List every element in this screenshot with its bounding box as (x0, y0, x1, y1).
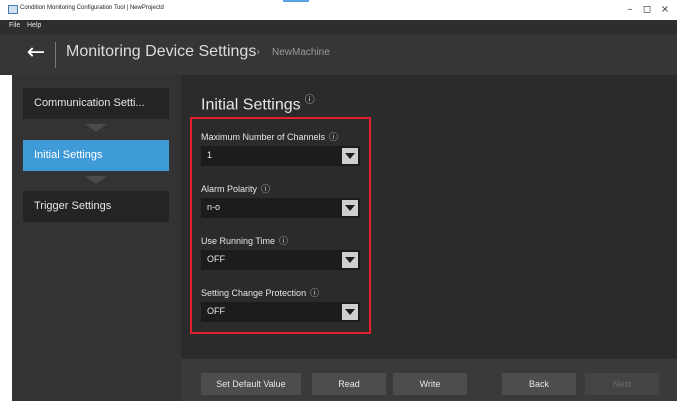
alarm-polarity-dropdown[interactable]: n-o (201, 198, 360, 218)
dropdown-value: 1 (207, 150, 213, 160)
info-icon[interactable]: ⓘ (310, 289, 319, 299)
info-icon[interactable]: ⓘ (305, 95, 315, 106)
info-icon[interactable]: ⓘ (329, 133, 338, 143)
minimize-icon[interactable]: – (622, 3, 638, 17)
breadcrumb-chevron-icon: › (256, 45, 261, 58)
chevron-down-icon[interactable] (342, 252, 358, 268)
chevron-down-icon[interactable] (342, 304, 358, 320)
max-channels-dropdown[interactable]: 1 (201, 146, 360, 166)
page-title: Monitoring Device Settings (66, 43, 257, 60)
window-title-bar: Condition Monitoring Configuration Tool … (0, 0, 677, 20)
field-label-alarm-polarity: Alarm Polarity ⓘ (201, 182, 270, 195)
next-button: Next (585, 373, 659, 395)
title-accent-line (283, 0, 309, 2)
menu-file[interactable]: File (9, 22, 20, 29)
field-label-text: Maximum Number of Channels (201, 132, 326, 142)
change-protection-dropdown[interactable]: OFF (201, 302, 360, 322)
running-time-dropdown[interactable]: OFF (201, 250, 360, 270)
header-divider (55, 42, 56, 68)
maximize-icon[interactable]: ◻ (639, 3, 655, 17)
menu-bar: File Help (0, 20, 677, 34)
chevron-down-icon[interactable] (342, 200, 358, 216)
field-label-running-time: Use Running Time ⓘ (201, 234, 288, 247)
window-title: Condition Monitoring Configuration Tool … (20, 5, 164, 11)
info-icon[interactable]: ⓘ (261, 185, 270, 195)
step-initial-settings[interactable]: Initial Settings (23, 140, 169, 171)
app-icon (8, 5, 18, 14)
step-arrow-icon (85, 176, 107, 184)
set-default-button[interactable]: Set Default Value (201, 373, 301, 395)
menu-help[interactable]: Help (27, 22, 41, 29)
field-label-text: Setting Change Protection (201, 288, 307, 298)
field-label-text: Alarm Polarity (201, 184, 258, 194)
step-arrow-icon (85, 124, 107, 132)
dropdown-value: OFF (207, 306, 225, 316)
step-trigger-settings[interactable]: Trigger Settings (23, 191, 169, 222)
section-title: Initial Settings ⓘ (201, 91, 315, 114)
section-title-text: Initial Settings (201, 96, 301, 114)
dropdown-value: OFF (207, 254, 225, 264)
close-icon[interactable]: × (657, 3, 673, 17)
step-communication-settings[interactable]: Communication Setti... (23, 88, 169, 119)
dropdown-value: n-o (207, 202, 221, 212)
chevron-down-icon[interactable] (342, 148, 358, 164)
page-header: ← Monitoring Device Settings › NewMachin… (0, 34, 677, 75)
write-button[interactable]: Write (393, 373, 467, 395)
back-arrow-icon[interactable]: ← (24, 39, 48, 67)
field-label-max-channels: Maximum Number of Channels ⓘ (201, 130, 338, 143)
back-button[interactable]: Back (502, 373, 576, 395)
read-button[interactable]: Read (312, 373, 386, 395)
field-label-text: Use Running Time (201, 236, 276, 246)
field-label-change-protection: Setting Change Protection ⓘ (201, 286, 319, 299)
info-icon[interactable]: ⓘ (279, 237, 288, 247)
breadcrumb-machine: NewMachine (272, 47, 330, 58)
